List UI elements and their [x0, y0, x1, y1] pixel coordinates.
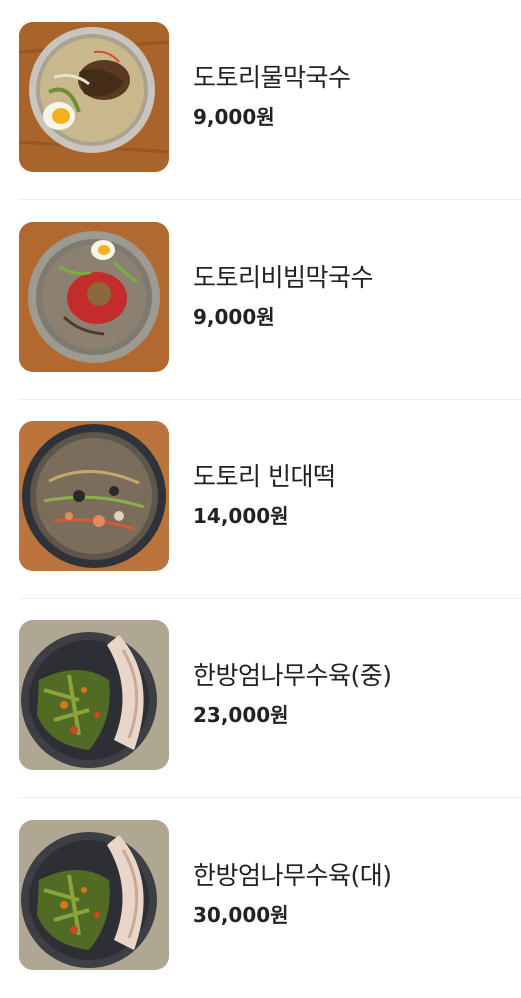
menu-item-photo[interactable] [19, 22, 169, 172]
menu-item-name: 도토리물막국수 [193, 63, 351, 92]
menu-item-2[interactable]: 도토리비빔막국수 9,000원 [0, 200, 521, 400]
menu-item-3[interactable]: 도토리 빈대떡 14,000원 [0, 399, 521, 599]
menu-item-4[interactable]: 한방엄나무수육(중) 23,000원 [0, 598, 521, 798]
menu-item-name: 도토리 빈대떡 [193, 462, 336, 491]
menu-item-photo[interactable] [19, 820, 169, 970]
menu-item-price: 30,000원 [193, 903, 289, 927]
pancake-photo-image [19, 421, 169, 571]
menu-item-1[interactable]: 도토리물막국수 9,000원 [0, 0, 521, 200]
menu-item-price: 9,000원 [193, 305, 275, 329]
cold-noodle-photo-image [19, 22, 169, 172]
menu-item-5[interactable]: 한방엄나무수육(대) 30,000원 [0, 798, 521, 998]
menu-item-name: 도토리비빔막국수 [193, 263, 374, 292]
menu-item-price: 23,000원 [193, 703, 289, 727]
boiled-pork-photo-image [19, 820, 169, 970]
boiled-pork-photo-image [19, 620, 169, 770]
menu-item-price: 9,000원 [193, 105, 275, 129]
menu-item-price: 14,000원 [193, 504, 289, 528]
menu-item-photo[interactable] [19, 222, 169, 372]
menu-item-photo[interactable] [19, 620, 169, 770]
menu-item-photo[interactable] [19, 421, 169, 571]
menu-item-name: 한방엄나무수육(중) [193, 661, 392, 690]
menu-item-name: 한방엄나무수육(대) [193, 861, 392, 890]
spicy-noodle-photo-image [19, 222, 169, 372]
